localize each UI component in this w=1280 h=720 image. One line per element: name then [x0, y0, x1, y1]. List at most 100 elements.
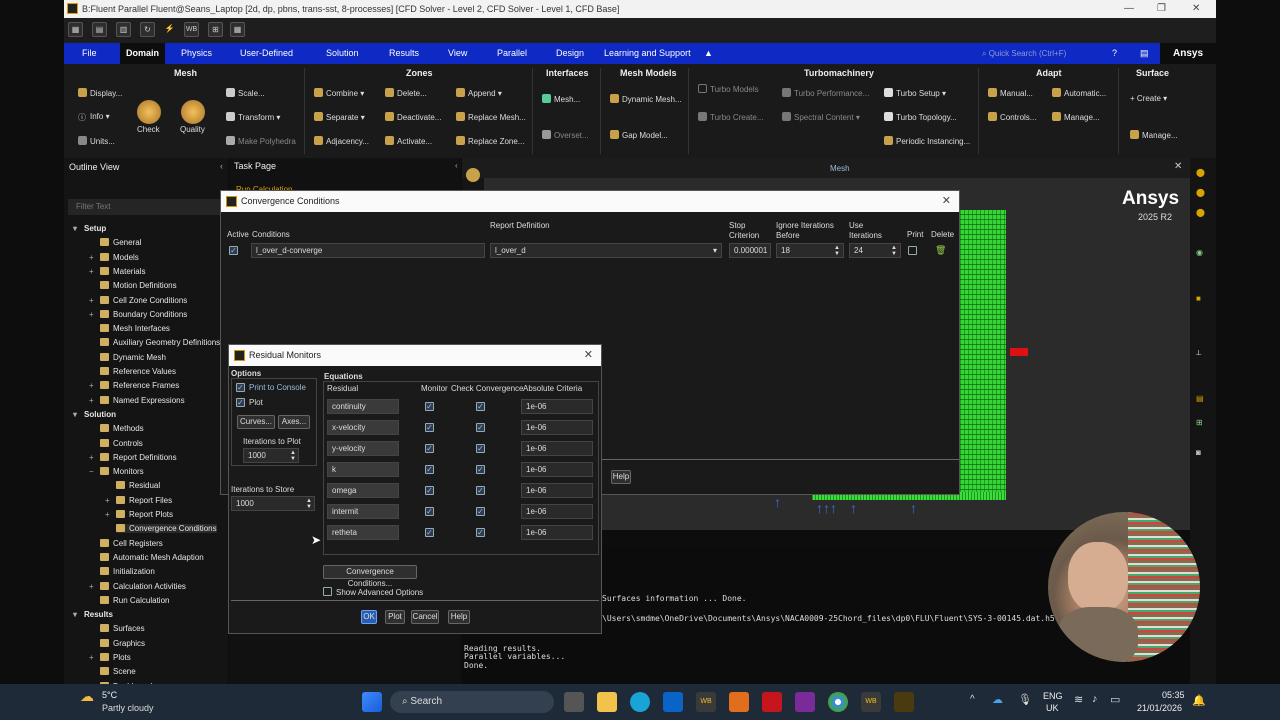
- acrobat-icon[interactable]: [762, 692, 782, 712]
- replace-zone-button[interactable]: Replace Zone...: [456, 136, 524, 146]
- monitor-checkbox[interactable]: ✓: [425, 423, 434, 432]
- camera-icon[interactable]: ◙: [1196, 448, 1201, 457]
- box-icon[interactable]: ■: [1196, 294, 1201, 303]
- check-convergence-checkbox[interactable]: ✓: [476, 507, 485, 516]
- close-icon[interactable]: ✕: [942, 191, 951, 212]
- info-button[interactable]: ⓘ Info ▾: [78, 112, 110, 122]
- tree-item[interactable]: + Report Plots: [105, 510, 173, 519]
- check-convergence-checkbox[interactable]: ✓: [476, 465, 485, 474]
- plot-button[interactable]: Plot: [385, 610, 405, 624]
- tree-item[interactable]: ▾ Setup: [73, 224, 106, 233]
- tree-item[interactable]: Automatic Mesh Adaption: [100, 552, 204, 562]
- turbo-create-button[interactable]: Turbo Create...: [698, 112, 764, 122]
- adapt-automatic-button[interactable]: Automatic...: [1052, 88, 1106, 98]
- activate-button[interactable]: Activate...: [385, 136, 432, 146]
- notes-icon[interactable]: ▤: [1140, 43, 1149, 64]
- tab-file[interactable]: File: [82, 43, 97, 64]
- expand-icon[interactable]: +: [89, 396, 94, 405]
- check-button[interactable]: Check: [137, 125, 160, 134]
- turbo-models-checkbox[interactable]: Turbo Models: [698, 84, 759, 94]
- turbo-setup-button[interactable]: Turbo Setup ▾: [884, 88, 946, 98]
- tree-item[interactable]: ▾ Results: [73, 610, 113, 619]
- combine-button[interactable]: Combine ▾: [314, 88, 364, 98]
- tab-user-defined[interactable]: User-Defined: [240, 43, 293, 64]
- surface-create-button[interactable]: + Create ▾: [1130, 94, 1167, 103]
- expand-icon[interactable]: +: [89, 453, 94, 462]
- wifi-icon[interactable]: ≋: [1074, 693, 1083, 706]
- tree-item[interactable]: Reference Values: [100, 367, 176, 376]
- absolute-criteria-field[interactable]: 1e-06: [521, 483, 593, 498]
- delete-icon[interactable]: 🗑: [935, 245, 946, 256]
- tree-item[interactable]: Methods: [100, 424, 144, 433]
- tree-item[interactable]: + Reference Frames: [89, 381, 179, 390]
- matlab-icon[interactable]: [729, 692, 749, 712]
- edge-icon[interactable]: [630, 692, 650, 712]
- absolute-criteria-field[interactable]: 1e-06: [521, 399, 593, 414]
- workbench-icon[interactable]: WB: [184, 22, 199, 37]
- tree-item[interactable]: Initialization: [100, 567, 155, 576]
- display-button[interactable]: Display...: [78, 88, 122, 98]
- tab-results[interactable]: Results: [389, 43, 419, 64]
- grid-icon[interactable]: ▦: [230, 22, 245, 37]
- tree-item[interactable]: + Materials: [89, 266, 145, 276]
- iterations-to-store-field[interactable]: 1000 ▲ ▼: [231, 496, 315, 511]
- absolute-criteria-field[interactable]: 1e-06: [521, 420, 593, 435]
- layout-icon[interactable]: ⊞: [208, 22, 223, 37]
- chrome-icon[interactable]: [828, 692, 848, 712]
- onenote-icon[interactable]: [795, 692, 815, 712]
- rotate-icon[interactable]: ⬤: [1196, 188, 1205, 197]
- expand-icon[interactable]: +: [89, 310, 94, 319]
- tab-solution[interactable]: Solution: [326, 43, 359, 64]
- microphone-icon[interactable]: 🎙: [1018, 693, 1032, 706]
- tree-item[interactable]: Controls: [100, 438, 143, 448]
- tree-item[interactable]: − Monitors: [89, 467, 144, 476]
- adapt-manage-button[interactable]: Manage...: [1052, 112, 1100, 122]
- workbench-icon[interactable]: WB: [696, 692, 716, 712]
- expand-icon[interactable]: +: [89, 267, 94, 276]
- new-icon[interactable]: ▦: [68, 22, 83, 37]
- close-graphics-icon[interactable]: ✕: [1174, 161, 1182, 172]
- expand-icon[interactable]: +: [89, 253, 94, 262]
- lightning-icon[interactable]: ⚡: [162, 22, 177, 37]
- tree-item[interactable]: + Report Files: [105, 495, 172, 505]
- graphics-tab-mesh[interactable]: Mesh: [830, 164, 850, 173]
- deactivate-button[interactable]: Deactivate...: [385, 112, 441, 122]
- ok-button[interactable]: OK: [361, 610, 377, 624]
- close-icon[interactable]: ✕: [584, 345, 593, 366]
- notifications-icon[interactable]: 🔔: [1192, 694, 1206, 707]
- ignore-iterations-field[interactable]: 18 ▲ ▼: [776, 243, 844, 258]
- tree-item[interactable]: Dynamic Mesh: [100, 352, 166, 362]
- help-button[interactable]: Help: [448, 610, 470, 624]
- pan-icon[interactable]: ⬤: [1196, 208, 1205, 217]
- check-convergence-checkbox[interactable]: ✓: [476, 444, 485, 453]
- outlook-icon[interactable]: [663, 692, 683, 712]
- tree-item[interactable]: + Calculation Activities: [89, 581, 186, 591]
- convergence-conditions-button[interactable]: Convergence Conditions...: [323, 565, 417, 588]
- expand-icon[interactable]: +: [89, 296, 94, 305]
- open-icon[interactable]: ▤: [92, 22, 107, 37]
- adapt-manual-button[interactable]: Manual...: [988, 88, 1033, 98]
- spinner-icon[interactable]: ▲ ▼: [891, 245, 897, 257]
- tree-item[interactable]: Convergence Conditions: [116, 524, 217, 534]
- check-convergence-checkbox[interactable]: ✓: [476, 402, 485, 411]
- cancel-button[interactable]: Cancel: [411, 610, 439, 624]
- monitor-checkbox[interactable]: ✓: [425, 528, 434, 537]
- onedrive-icon[interactable]: ☁: [992, 693, 1003, 706]
- surface-manage-button[interactable]: Manage...: [1130, 130, 1178, 140]
- monitor-checkbox[interactable]: ✓: [425, 486, 434, 495]
- axes-icon[interactable]: ⟂: [1196, 348, 1201, 358]
- tree-item[interactable]: Run Calculation: [100, 595, 169, 605]
- quality-button[interactable]: Quality: [180, 125, 205, 134]
- tree-item[interactable]: + Report Definitions: [89, 452, 177, 462]
- filter-input[interactable]: Filter Text: [68, 199, 220, 215]
- document-icon[interactable]: ▤: [1196, 394, 1204, 403]
- mesh-interfaces-button[interactable]: Mesh...: [542, 94, 580, 104]
- help-button[interactable]: Help: [611, 470, 631, 484]
- check-convergence-checkbox[interactable]: ✓: [476, 486, 485, 495]
- tree-item[interactable]: + Boundary Conditions: [89, 309, 187, 319]
- expand-icon[interactable]: +: [89, 582, 94, 591]
- delete-zone-button[interactable]: Delete...: [385, 88, 427, 98]
- absolute-criteria-field[interactable]: 1e-06: [521, 504, 593, 519]
- expand-icon[interactable]: +: [89, 653, 94, 662]
- turbo-topology-button[interactable]: Turbo Topology...: [884, 112, 957, 122]
